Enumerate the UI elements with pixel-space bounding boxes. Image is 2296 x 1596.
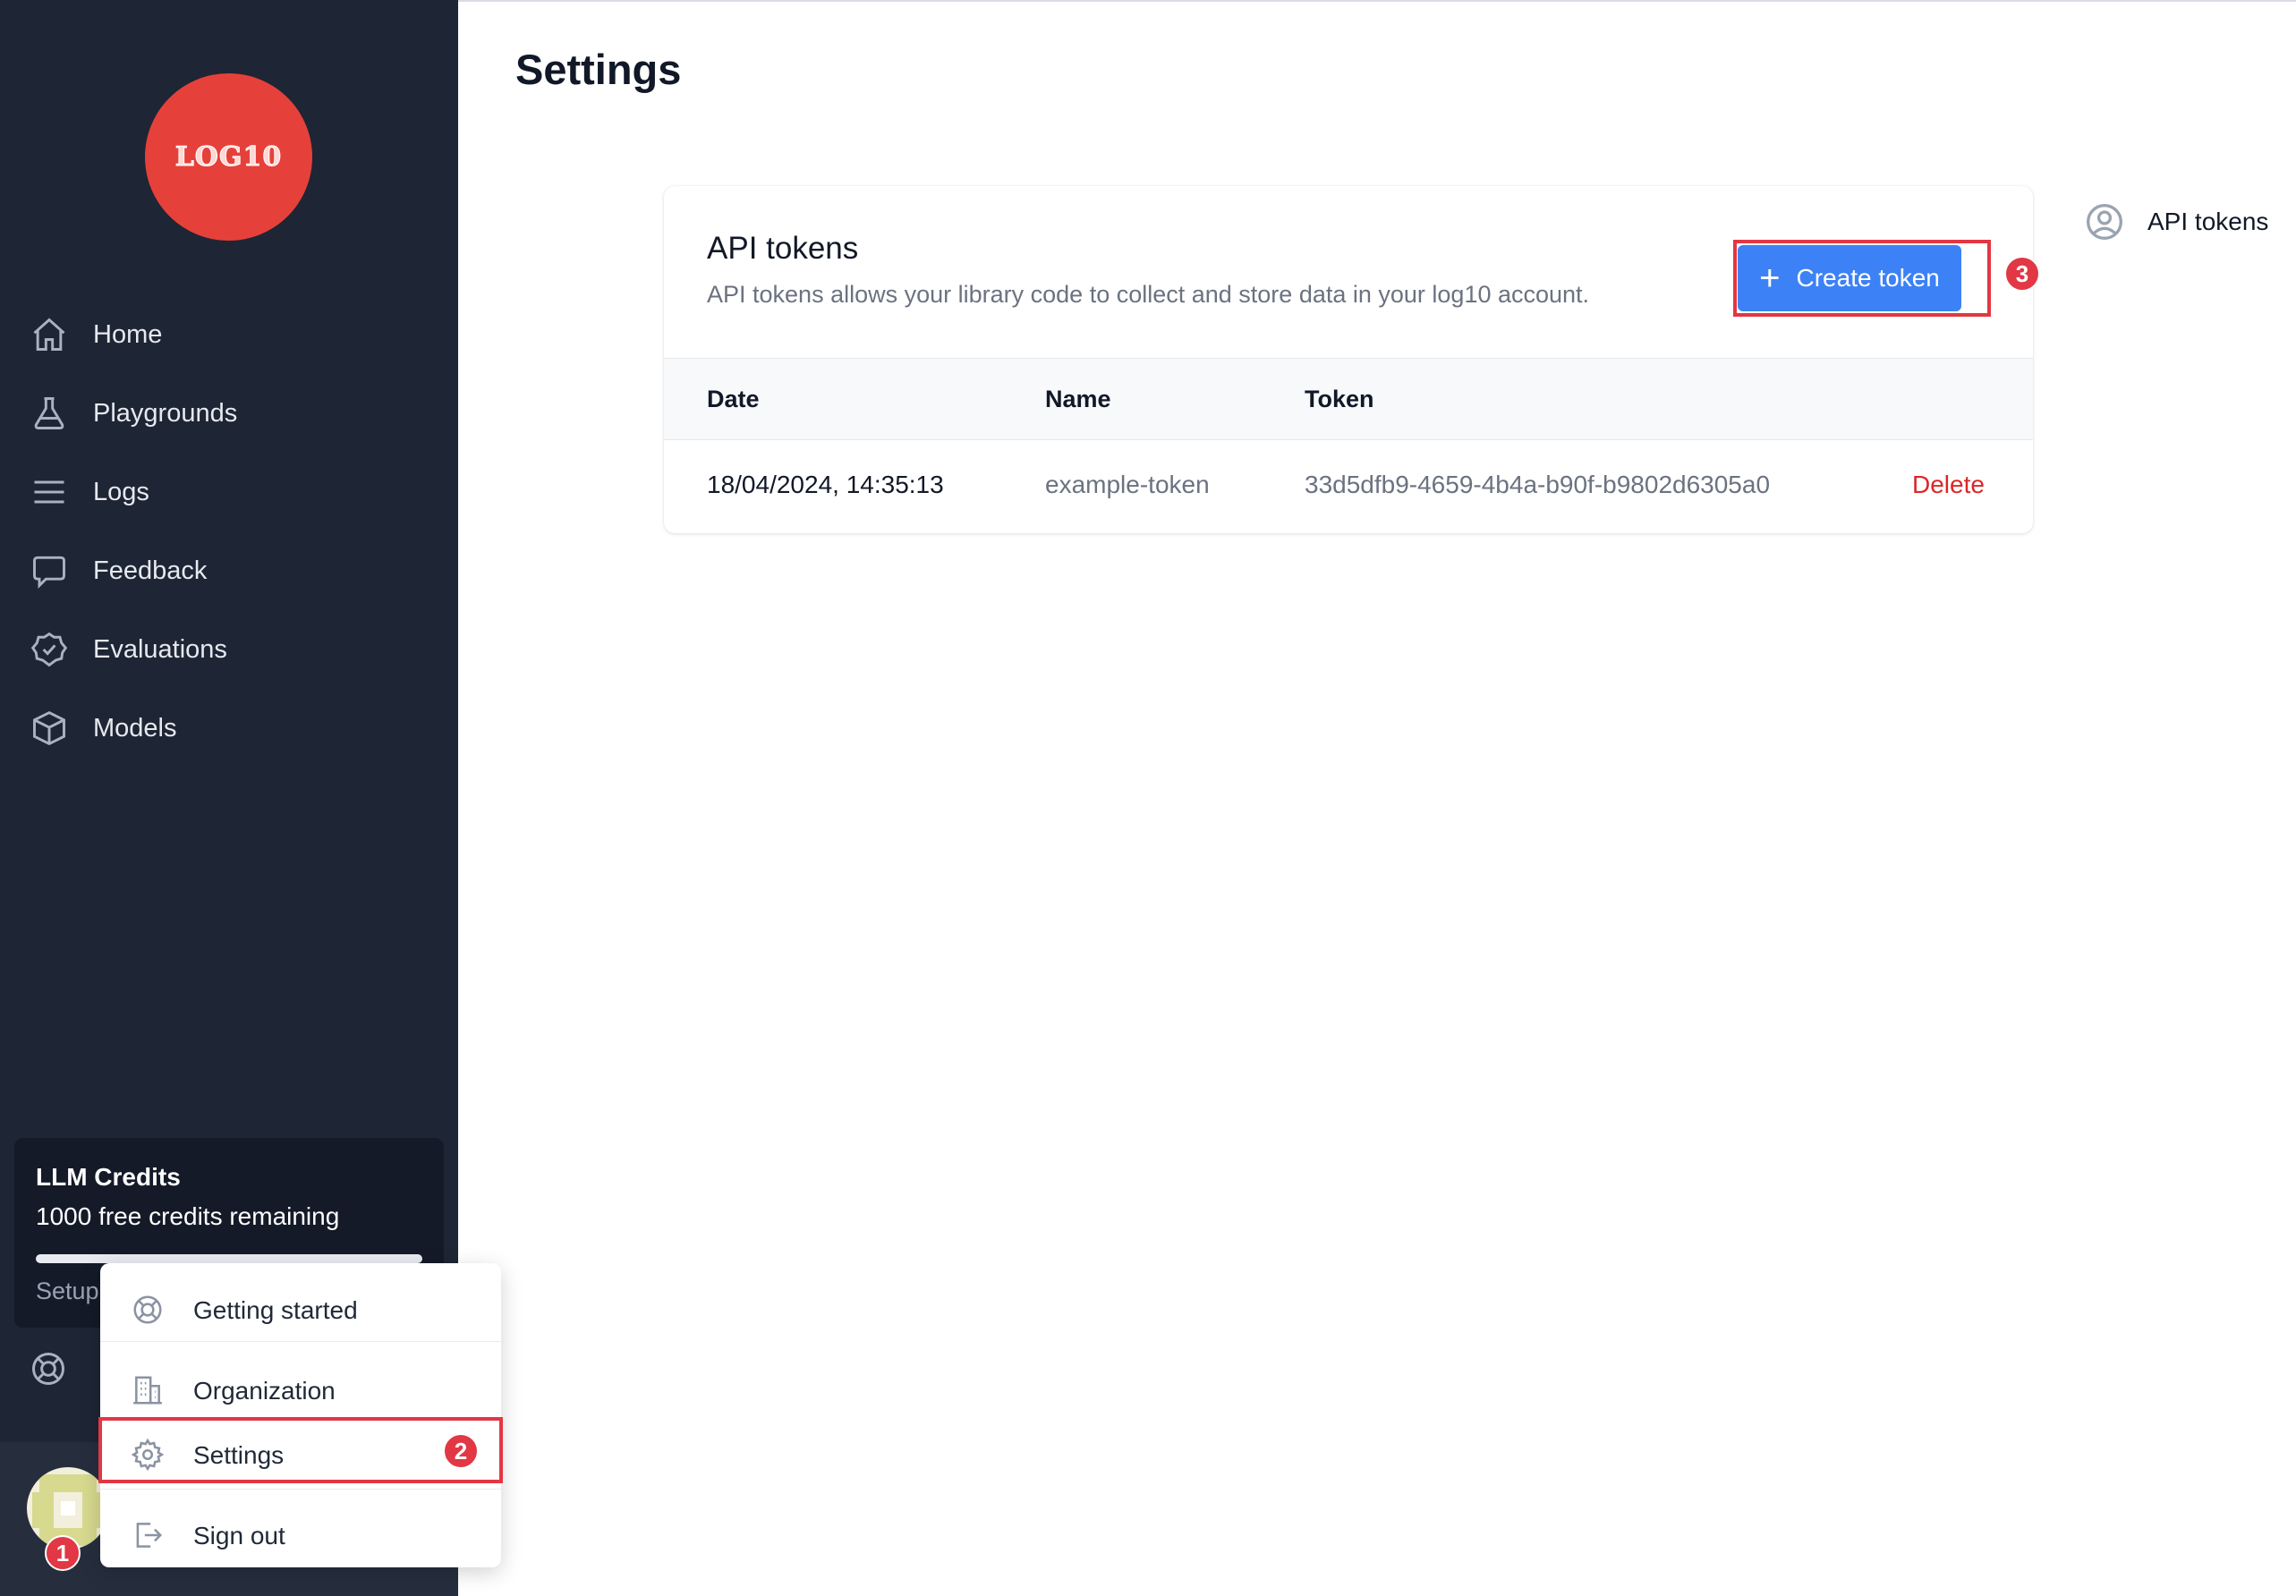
- credits-remaining: 1000 free credits remaining: [36, 1202, 340, 1230]
- card-title: API tokens: [707, 231, 859, 266]
- column-header-token: Token: [1305, 386, 1374, 412]
- sidebar-item-label: Logs: [93, 477, 149, 506]
- credits-progress-bar: [36, 1254, 422, 1263]
- card-description: API tokens allows your library code to c…: [707, 281, 1590, 308]
- sidebar-nav: Home Playgrounds Logs Feedback Evaluatio…: [0, 295, 458, 768]
- flask-icon: [29, 393, 70, 434]
- delete-token-button[interactable]: Delete: [1912, 471, 1985, 499]
- list-icon: [29, 471, 70, 513]
- sidebar-item-label: Playgrounds: [93, 398, 238, 428]
- sign-out-icon: [131, 1518, 166, 1554]
- sidebar-item-models[interactable]: Models: [0, 689, 458, 768]
- step-2-badge: 2: [443, 1433, 479, 1469]
- right-nav-label: API tokens: [2147, 208, 2269, 235]
- sidebar-item-label: Home: [93, 319, 163, 349]
- menu-item-label: Sign out: [193, 1522, 285, 1549]
- sidebar-item-home[interactable]: Home: [0, 295, 458, 374]
- column-header-name: Name: [1045, 386, 1111, 412]
- menu-item-getting-started[interactable]: Getting started: [100, 1276, 501, 1346]
- right-nav-api-tokens[interactable]: API tokens: [2085, 202, 2268, 242]
- column-header-date: Date: [707, 386, 760, 412]
- chat-bubble-icon: [29, 550, 70, 591]
- sidebar-item-evaluations[interactable]: Evaluations: [0, 610, 458, 689]
- page-title: Settings: [515, 46, 682, 93]
- token-name: example-token: [1045, 471, 1210, 498]
- sidebar-item-label: Models: [93, 713, 177, 743]
- menu-item-label: Organization: [193, 1377, 336, 1405]
- top-border: [458, 0, 2296, 2]
- sidebar-item-logs[interactable]: Logs: [0, 453, 458, 531]
- credits-title: LLM Credits: [36, 1163, 181, 1191]
- sidebar-item-feedback[interactable]: Feedback: [0, 531, 458, 610]
- menu-item-organization[interactable]: Organization: [100, 1356, 501, 1426]
- sidebar-item-label: Feedback: [93, 556, 208, 585]
- logo[interactable]: LOG10: [145, 73, 312, 241]
- lifebuoy-icon[interactable]: [29, 1349, 70, 1390]
- sidebar-item-playgrounds[interactable]: Playgrounds: [0, 374, 458, 453]
- token-date: 18/04/2024, 14:35:13: [707, 471, 944, 498]
- token-value: 33d5dfb9-4659-4b4a-b90f-b9802d6305a0: [1305, 471, 1771, 498]
- menu-item-sign-out[interactable]: Sign out: [100, 1501, 501, 1571]
- check-badge-icon: [29, 629, 70, 670]
- table-header: Date Name Token: [664, 358, 2033, 440]
- api-tokens-card: API tokens API tokens allows your librar…: [664, 186, 2033, 533]
- menu-item-label: Getting started: [193, 1296, 358, 1324]
- create-token-highlight-box: [1733, 240, 1991, 317]
- home-icon: [29, 314, 70, 355]
- lifebuoy-icon: [131, 1293, 166, 1329]
- step-1-badge: 1: [45, 1535, 81, 1571]
- sidebar-item-label: Evaluations: [93, 634, 227, 664]
- user-circle-icon: [2087, 204, 2122, 240]
- building-icon: [131, 1373, 166, 1409]
- user-menu: Getting started Organization Settings Si…: [100, 1263, 501, 1567]
- step-3-badge: 3: [2004, 256, 2040, 292]
- cube-icon: [29, 708, 70, 749]
- menu-divider: [100, 1489, 501, 1490]
- logo-text: LOG10: [174, 141, 283, 174]
- menu-divider: [100, 1341, 501, 1342]
